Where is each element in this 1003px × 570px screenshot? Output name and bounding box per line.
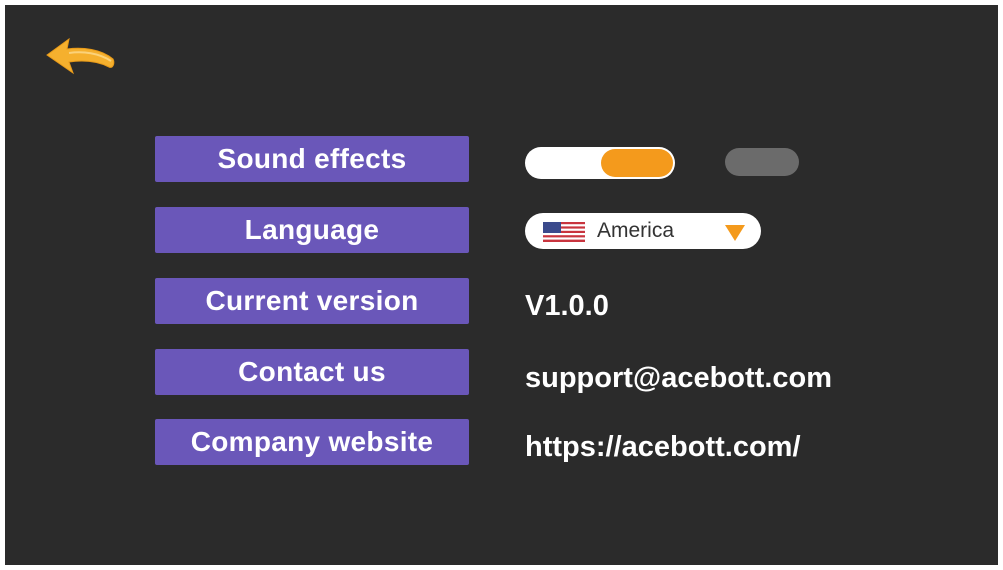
toggle-knob bbox=[601, 149, 673, 177]
us-flag-icon bbox=[543, 222, 585, 242]
back-button[interactable] bbox=[43, 33, 121, 83]
chevron-down-icon bbox=[725, 225, 745, 241]
language-select[interactable]: America bbox=[525, 213, 761, 249]
contact-us-label: Contact us bbox=[155, 349, 469, 395]
current-version-label-text: Current version bbox=[205, 285, 419, 316]
sound-on-toggle[interactable] bbox=[525, 147, 675, 179]
back-arrow-icon bbox=[46, 37, 115, 75]
settings-screen: Sound effects Language America Current v… bbox=[5, 5, 998, 565]
sound-effects-label: Sound effects bbox=[155, 136, 469, 182]
company-website-label: Company website bbox=[155, 419, 469, 465]
sound-effects-label-text: Sound effects bbox=[217, 143, 407, 174]
language-label: Language bbox=[155, 207, 469, 253]
company-website-label-text: Company website bbox=[190, 426, 434, 457]
current-version-label: Current version bbox=[155, 278, 469, 324]
sound-off-toggle[interactable] bbox=[725, 148, 799, 176]
language-label-text: Language bbox=[244, 214, 380, 245]
contact-us-label-text: Contact us bbox=[238, 356, 386, 387]
contact-email-value: support@acebott.com bbox=[525, 362, 833, 394]
company-website-value: https://acebott.com/ bbox=[525, 431, 801, 463]
language-selected-value: America bbox=[597, 219, 675, 242]
current-version-value: V1.0.0 bbox=[525, 290, 609, 322]
